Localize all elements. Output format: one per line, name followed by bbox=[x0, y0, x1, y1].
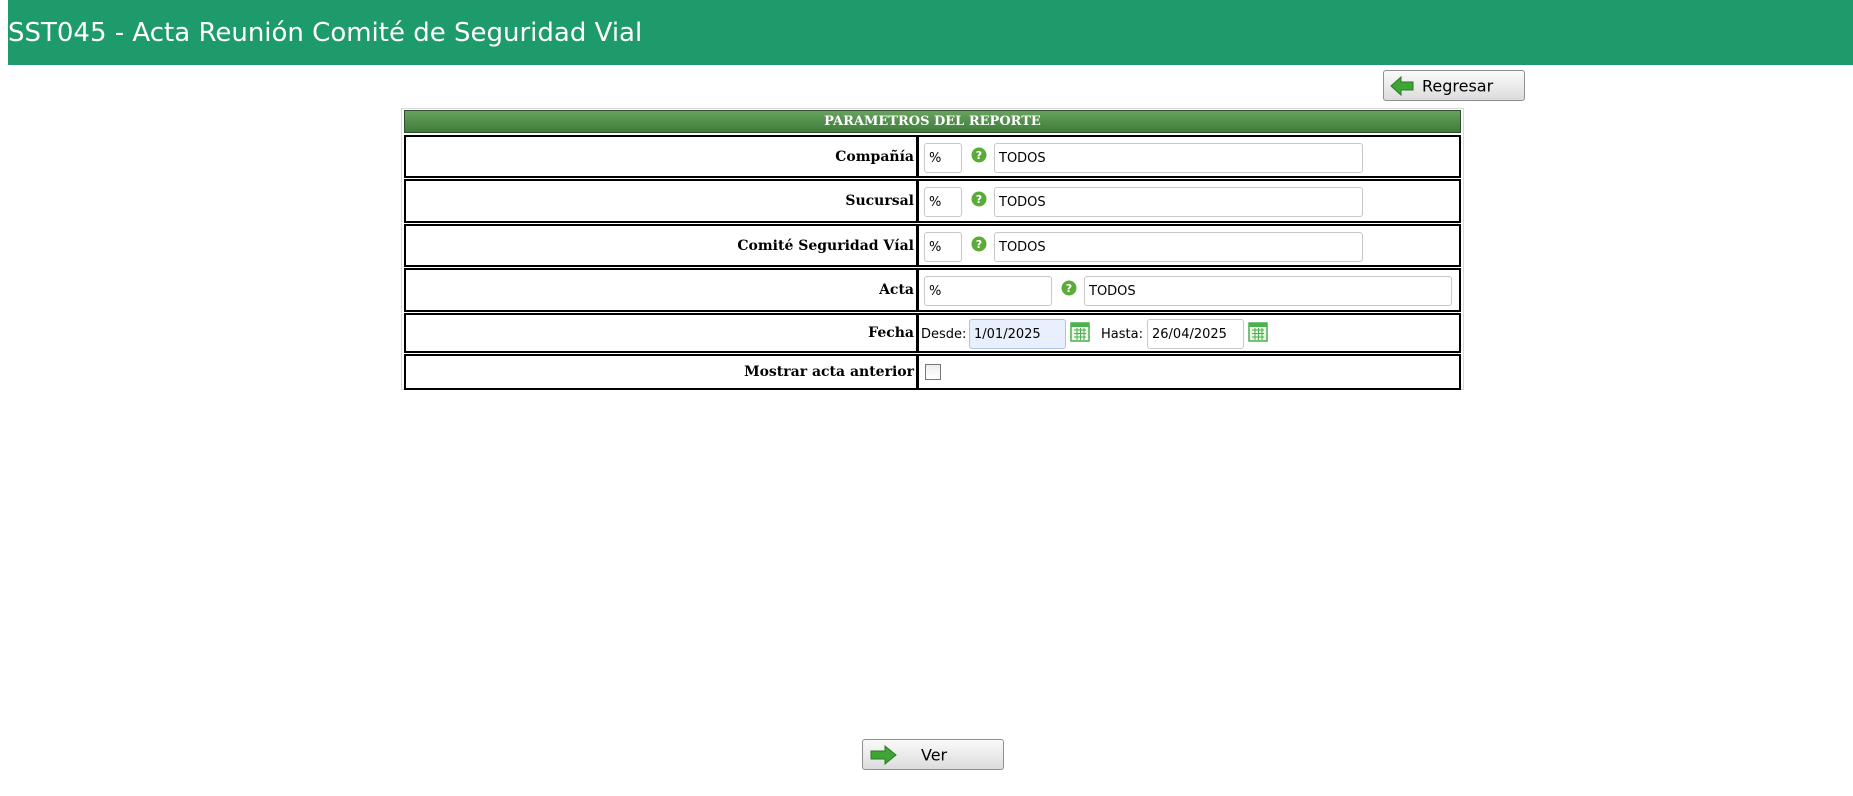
calendar-icon[interactable] bbox=[1248, 322, 1268, 342]
compania-code-input[interactable]: % bbox=[924, 143, 962, 173]
page-header: SST045 - Acta Reunión Comité de Segurida… bbox=[8, 0, 1853, 65]
label-acta: Acta bbox=[879, 282, 914, 298]
view-button-label: Ver bbox=[921, 745, 948, 764]
row-mostrar-label-cell: Mostrar acta anterior bbox=[404, 354, 918, 390]
acta-description-field[interactable]: TODOS bbox=[1084, 276, 1452, 306]
label-sucursal: Sucursal bbox=[845, 193, 914, 209]
help-icon[interactable]: ? bbox=[971, 236, 987, 252]
page-title: SST045 - Acta Reunión Comité de Segurida… bbox=[8, 18, 643, 48]
row-comite-label-cell: Comité Seguridad Víal bbox=[404, 224, 918, 267]
row-acta-label-cell: Acta bbox=[404, 268, 918, 312]
svg-text:?: ? bbox=[976, 193, 982, 206]
hasta-date-input[interactable]: 26/04/2025 bbox=[1147, 319, 1244, 349]
row-compania-value-cell: % ? TODOS bbox=[918, 135, 1461, 178]
row-sucursal-label-cell: Sucursal bbox=[404, 179, 918, 223]
sucursal-code-input[interactable]: % bbox=[924, 187, 962, 217]
desde-date-input[interactable]: 1/01/2025 bbox=[969, 319, 1066, 349]
arrow-left-icon bbox=[1390, 75, 1414, 96]
panel-title: PARAMETROS DEL REPORTE bbox=[404, 110, 1461, 133]
hasta-label: Hasta: bbox=[1101, 327, 1143, 342]
row-comite-value-cell: % ? TODOS bbox=[918, 224, 1461, 267]
calendar-icon[interactable] bbox=[1070, 322, 1090, 342]
svg-text:?: ? bbox=[1066, 282, 1072, 295]
help-icon[interactable]: ? bbox=[971, 147, 987, 163]
row-compania: Compañía % ? TODOS bbox=[404, 135, 1461, 178]
label-comite: Comité Seguridad Víal bbox=[737, 237, 914, 254]
row-mostrar-value-cell bbox=[918, 354, 1461, 390]
desde-label: Desde: bbox=[921, 327, 967, 342]
svg-text:?: ? bbox=[976, 149, 982, 162]
row-compania-label-cell: Compañía bbox=[404, 135, 918, 178]
compania-description-field[interactable]: TODOS bbox=[994, 143, 1363, 173]
svg-text:?: ? bbox=[976, 238, 982, 251]
arrow-right-icon bbox=[870, 744, 897, 765]
comite-code-input[interactable]: % bbox=[924, 232, 962, 262]
mostrar-acta-anterior-checkbox[interactable] bbox=[925, 364, 941, 380]
label-mostrar-acta-anterior: Mostrar acta anterior bbox=[744, 364, 914, 380]
row-fecha-value-cell: Desde: 1/01/2025 Hasta: 26/04/2025 bbox=[918, 313, 1461, 353]
row-acta: Acta % ? TODOS bbox=[404, 268, 1461, 312]
row-comite: Comité Seguridad Víal % ? TODOS bbox=[404, 224, 1461, 267]
row-fecha-label-cell: Fecha bbox=[404, 313, 918, 353]
row-sucursal: Sucursal % ? TODOS bbox=[404, 179, 1461, 223]
row-sucursal-value-cell: % ? TODOS bbox=[918, 179, 1461, 223]
row-fecha: Fecha Desde: 1/01/2025 Hasta: 26/04/2025 bbox=[404, 313, 1461, 353]
label-compania: Compañía bbox=[835, 148, 914, 165]
row-acta-value-cell: % ? TODOS bbox=[918, 268, 1461, 312]
back-button-label: Regresar bbox=[1422, 76, 1494, 95]
help-icon[interactable]: ? bbox=[971, 191, 987, 207]
acta-code-input[interactable]: % bbox=[924, 276, 1052, 306]
label-fecha: Fecha bbox=[868, 325, 914, 341]
view-button[interactable]: Ver bbox=[862, 739, 1004, 770]
report-parameters-panel: PARAMETROS DEL REPORTE Compañía % ? TODO… bbox=[401, 108, 1464, 390]
row-mostrar-acta: Mostrar acta anterior bbox=[404, 354, 1461, 390]
back-button[interactable]: Regresar bbox=[1383, 70, 1525, 101]
sucursal-description-field[interactable]: TODOS bbox=[994, 187, 1363, 217]
comite-description-field[interactable]: TODOS bbox=[994, 232, 1363, 262]
help-icon[interactable]: ? bbox=[1061, 280, 1077, 296]
